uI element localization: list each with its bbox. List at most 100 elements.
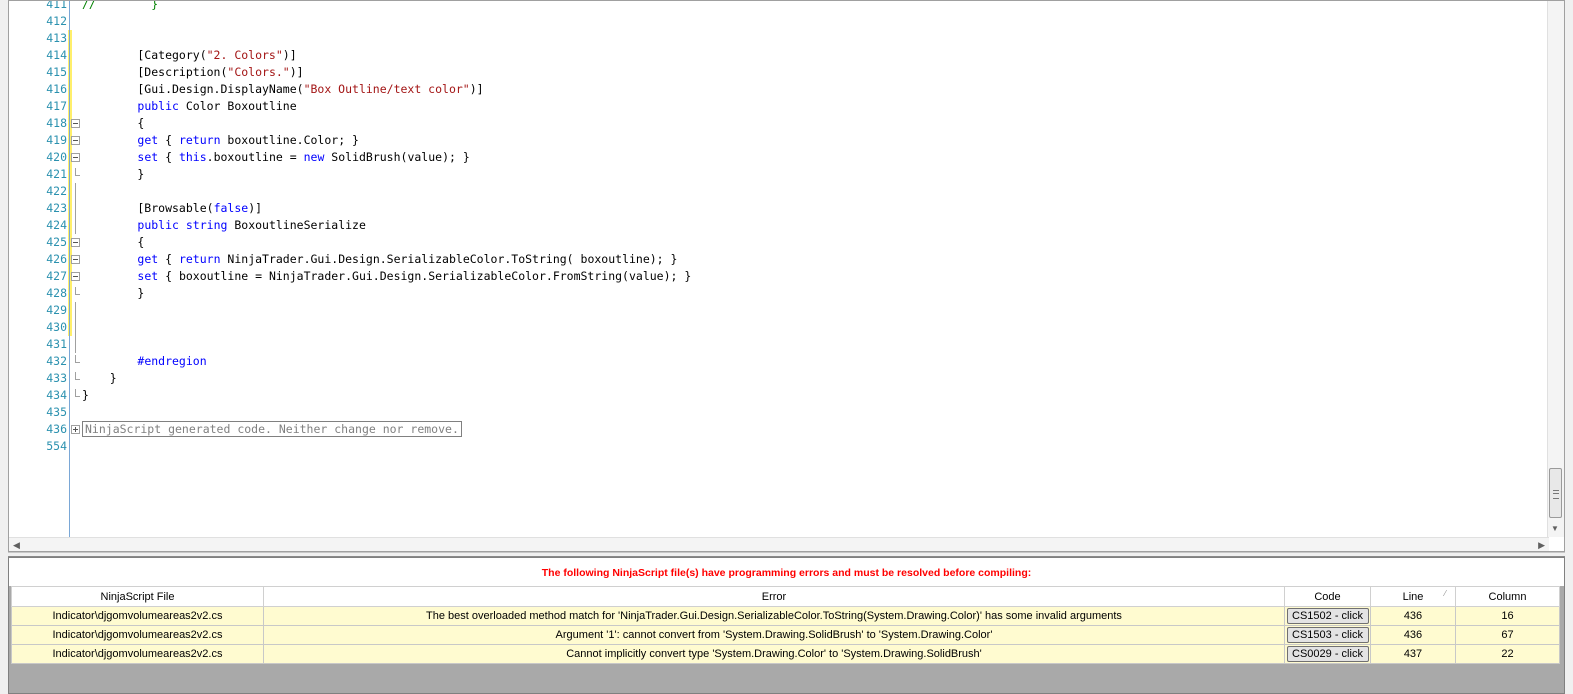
error-line: 437 bbox=[1370, 644, 1456, 664]
collapse-icon[interactable] bbox=[71, 119, 80, 128]
code-text[interactable]: #endregion bbox=[82, 353, 207, 370]
code-line[interactable]: 411 // } bbox=[9, 0, 1549, 13]
code-editor[interactable]: 411 // } 412 413 414 [Category("2. Colors")]… bbox=[8, 0, 1565, 552]
code-line[interactable]: 425 { bbox=[9, 234, 1549, 251]
code-text[interactable]: get { return NinjaTrader.Gui.Design.Seri… bbox=[82, 251, 677, 268]
chevron-right-icon[interactable]: ▶ bbox=[1538, 538, 1545, 551]
code-line[interactable]: 435 bbox=[9, 404, 1549, 421]
code-text[interactable]: // } bbox=[82, 0, 159, 13]
code-token: [Category( bbox=[82, 48, 207, 62]
code-line[interactable]: 420 set { this.boxoutline = new SolidBru… bbox=[9, 149, 1549, 166]
code-text[interactable]: [Gui.Design.DisplayName("Box Outline/tex… bbox=[82, 81, 483, 98]
line-number: 414 bbox=[46, 48, 67, 62]
code-line[interactable]: 419 get { return boxoutline.Color; } bbox=[9, 132, 1549, 149]
code-text[interactable]: } bbox=[82, 370, 117, 387]
code-text[interactable]: [Category("2. Colors")] bbox=[82, 47, 296, 64]
line-number: 411 bbox=[46, 0, 67, 11]
code-text[interactable]: [Browsable(false)] bbox=[82, 200, 262, 217]
column-header-code[interactable]: Code bbox=[1284, 586, 1371, 607]
code-token: new bbox=[303, 150, 325, 164]
collapse-icon[interactable] bbox=[71, 255, 80, 264]
collapse-icon[interactable] bbox=[71, 136, 80, 145]
code-token: { bbox=[158, 252, 179, 266]
fold-end-marker bbox=[75, 168, 80, 176]
code-line[interactable]: 554 bbox=[9, 438, 1549, 455]
code-line[interactable]: 418 { bbox=[9, 115, 1549, 132]
code-line[interactable]: 429 bbox=[9, 302, 1549, 319]
code-token: get bbox=[137, 252, 159, 266]
code-token: public bbox=[137, 99, 179, 113]
code-token: boxoutline.Color; } bbox=[220, 133, 359, 147]
code-text[interactable]: NinjaScript generated code. Neither chan… bbox=[82, 421, 462, 438]
code-token: )] bbox=[289, 65, 304, 79]
column-header-file[interactable]: NinjaScript File bbox=[11, 586, 264, 607]
code-line[interactable]: 414 [Category("2. Colors")] bbox=[9, 47, 1549, 64]
code-line[interactable]: 426 get { return NinjaTrader.Gui.Design.… bbox=[9, 251, 1549, 268]
error-code-button[interactable]: CS0029 - click bbox=[1286, 646, 1369, 662]
code-line[interactable]: 430 bbox=[9, 319, 1549, 336]
code-token: // } bbox=[82, 0, 159, 11]
error-file: Indicator\djgomvolumeareas2v2.cs bbox=[11, 606, 264, 626]
code-line[interactable]: 413 bbox=[9, 30, 1549, 47]
code-text[interactable]: } bbox=[82, 387, 89, 404]
code-line[interactable]: 421 } bbox=[9, 166, 1549, 183]
code-text[interactable]: set { this.boxoutline = new SolidBrush(v… bbox=[82, 149, 469, 166]
code-line[interactable]: 424 public string BoxoutlineSerialize bbox=[9, 217, 1549, 234]
code-line[interactable]: 423 [Browsable(false)] bbox=[9, 200, 1549, 217]
code-line[interactable]: 417 public Color Boxoutline bbox=[9, 98, 1549, 115]
error-row[interactable]: Indicator\djgomvolumeareas2v2.cs The best… bbox=[11, 606, 1560, 626]
code-text[interactable]: set { boxoutline = NinjaTrader.Gui.Desig… bbox=[82, 268, 691, 285]
code-text[interactable]: { bbox=[82, 234, 144, 251]
collapse-icon[interactable] bbox=[71, 153, 80, 162]
error-code-button[interactable]: CS1502 - click bbox=[1286, 608, 1369, 624]
collapse-icon[interactable] bbox=[71, 272, 80, 281]
column-header-column[interactable]: Column bbox=[1455, 586, 1560, 607]
error-message: The following NinjaScript file(s) have p… bbox=[9, 558, 1564, 586]
code-token: [Description( bbox=[82, 65, 228, 79]
code-text[interactable]: { bbox=[82, 115, 144, 132]
code-token: NinjaTrader.Gui.Design.SerializableColor… bbox=[220, 252, 678, 266]
editor-margin-line bbox=[69, 1, 70, 537]
line-number: 422 bbox=[46, 184, 67, 198]
code-token: #endregion bbox=[137, 354, 207, 368]
vertical-scroll-thumb[interactable] bbox=[1549, 468, 1562, 518]
error-row[interactable]: Indicator\djgomvolumeareas2v2.cs Cannot i… bbox=[11, 644, 1560, 664]
fold-guide bbox=[75, 319, 76, 336]
expand-icon[interactable] bbox=[71, 425, 80, 434]
chevron-left-icon[interactable]: ◀ bbox=[13, 538, 20, 551]
code-text[interactable]: [Description("Colors.")] bbox=[82, 64, 304, 81]
code-line[interactable]: 412 bbox=[9, 13, 1549, 30]
chevron-down-icon[interactable]: ▼ bbox=[1551, 524, 1559, 533]
code-text[interactable]: } bbox=[82, 285, 144, 302]
code-line[interactable]: 434} bbox=[9, 387, 1549, 404]
code-line[interactable]: 415 [Description("Colors.")] bbox=[9, 64, 1549, 81]
line-number: 428 bbox=[46, 286, 67, 300]
code-line[interactable]: 433 } bbox=[9, 370, 1549, 387]
column-header-line[interactable]: Line ⁄ bbox=[1370, 586, 1456, 607]
error-code-button[interactable]: CS1503 - click bbox=[1286, 627, 1369, 643]
collapsed-region[interactable]: NinjaScript generated code. Neither chan… bbox=[82, 421, 462, 437]
collapse-icon[interactable] bbox=[71, 238, 80, 247]
code-token: set bbox=[137, 150, 159, 164]
grip-icon bbox=[1553, 490, 1559, 499]
code-text[interactable]: } bbox=[82, 166, 144, 183]
code-line[interactable]: 422 bbox=[9, 183, 1549, 200]
line-number: 431 bbox=[46, 337, 67, 351]
horizontal-scrollbar[interactable]: ◀ ▶ bbox=[9, 537, 1549, 551]
code-token: { bbox=[158, 133, 179, 147]
vertical-scrollbar[interactable]: ▼ bbox=[1547, 1, 1564, 537]
code-token: return bbox=[178, 133, 221, 147]
code-line[interactable]: 416 [Gui.Design.DisplayName("Box Outline… bbox=[9, 81, 1549, 98]
code-token: } bbox=[82, 388, 89, 402]
code-text[interactable]: public string BoxoutlineSerialize bbox=[82, 217, 366, 234]
code-line[interactable]: 427 set { boxoutline = NinjaTrader.Gui.D… bbox=[9, 268, 1549, 285]
fold-end-marker bbox=[75, 355, 80, 363]
column-header-error[interactable]: Error bbox=[263, 586, 1285, 607]
error-row[interactable]: Indicator\djgomvolumeareas2v2.cs Argument… bbox=[11, 625, 1560, 645]
code-line[interactable]: 436 NinjaScript generated code. Neither c… bbox=[9, 421, 1549, 438]
code-line[interactable]: 432 #endregion bbox=[9, 353, 1549, 370]
code-text[interactable]: get { return boxoutline.Color; } bbox=[82, 132, 359, 149]
code-line[interactable]: 428 } bbox=[9, 285, 1549, 302]
code-line[interactable]: 431 bbox=[9, 336, 1549, 353]
code-text[interactable]: public Color Boxoutline bbox=[82, 98, 296, 115]
